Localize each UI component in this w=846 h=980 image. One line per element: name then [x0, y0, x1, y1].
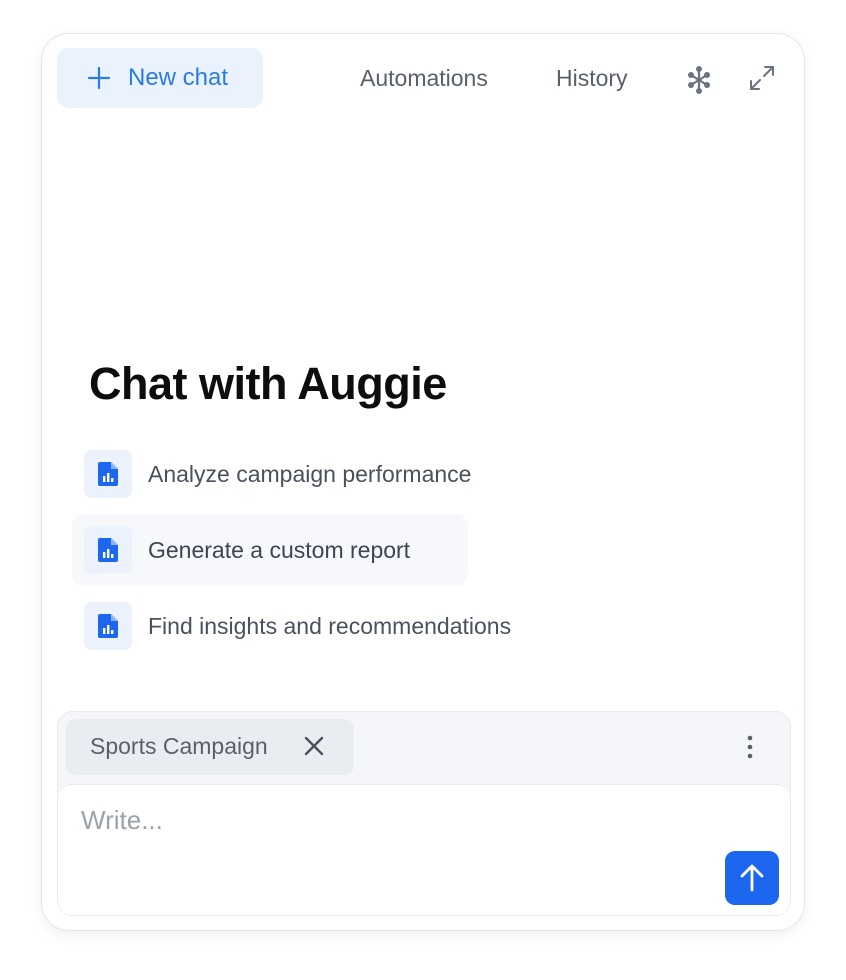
network-icon[interactable]	[684, 65, 714, 95]
suggestion-analyze-campaign[interactable]: Analyze campaign performance	[72, 438, 532, 510]
automations-link[interactable]: Automations	[360, 63, 488, 93]
composer: Sports Campaign Write...	[57, 711, 791, 916]
report-file-icon	[84, 526, 132, 574]
context-chip[interactable]: Sports Campaign	[66, 719, 354, 775]
suggestion-generate-report[interactable]: Generate a custom report	[72, 514, 468, 586]
message-input[interactable]: Write...	[58, 784, 790, 915]
history-link[interactable]: History	[556, 63, 628, 93]
new-chat-label: New chat	[128, 64, 229, 91]
suggestion-label: Find insights and recommendations	[148, 613, 512, 639]
send-button[interactable]	[725, 851, 779, 905]
plus-icon	[87, 66, 111, 90]
new-chat-button[interactable]: New chat	[57, 48, 263, 108]
suggestion-label: Generate a custom report	[148, 537, 411, 563]
arrow-up-icon	[740, 864, 764, 892]
report-file-icon	[84, 602, 132, 650]
suggestion-label: Analyze campaign performance	[148, 461, 472, 487]
expand-icon[interactable]	[748, 64, 776, 92]
close-icon[interactable]	[303, 735, 325, 757]
chat-panel: New chat Automations History Chat with A…	[41, 33, 805, 931]
suggestion-find-insights[interactable]: Find insights and recommendations	[72, 590, 572, 662]
context-chip-label: Sports Campaign	[90, 733, 268, 759]
report-file-icon	[84, 450, 132, 498]
more-vertical-icon[interactable]	[746, 734, 754, 760]
page-title: Chat with Auggie	[89, 358, 447, 409]
message-placeholder: Write...	[81, 805, 163, 835]
